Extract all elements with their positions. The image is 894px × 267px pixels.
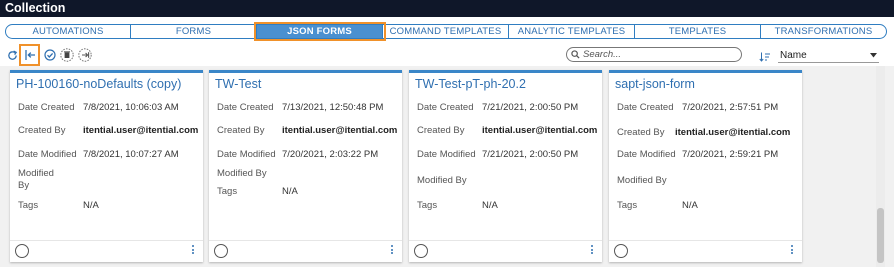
tags-label: Tags xyxy=(217,186,238,197)
created-by-label: Created By xyxy=(18,125,66,136)
tags-label: Tags xyxy=(18,200,39,211)
date-created-label: Date Created xyxy=(417,102,474,113)
modified-by-label: Modified By xyxy=(617,175,667,186)
tab-forms[interactable]: FORMS xyxy=(131,25,257,38)
more-options-icon[interactable] xyxy=(791,245,793,254)
chevron-down-icon xyxy=(870,52,877,57)
date-created-value: 7/13/2021, 12:50:48 PM xyxy=(282,102,384,113)
sort-select[interactable]: Name xyxy=(778,48,879,63)
tab-json-forms[interactable]: JSON FORMS xyxy=(254,22,386,41)
tags-value: N/A xyxy=(282,186,298,197)
tags-value: N/A xyxy=(83,200,99,211)
check-circle-icon xyxy=(43,48,56,61)
tab-label: TRANSFORMATIONS xyxy=(774,26,873,37)
date-modified-value: 7/8/2021, 10:07:27 AM xyxy=(83,149,179,160)
created-by-value: itential.user@itential.com xyxy=(675,127,791,138)
created-by-label: Created By xyxy=(417,125,465,136)
title-bar: Collection xyxy=(0,0,894,17)
collection-tabs: AUTOMATIONS FORMS JSON FORMS COMMAND TEM… xyxy=(5,22,887,41)
tags-value: N/A xyxy=(482,200,498,211)
export-icon xyxy=(77,47,92,62)
json-form-card[interactable]: TW-Test Date Created 7/13/2021, 12:50:48… xyxy=(209,70,402,262)
created-by-value: itential.user@itential.com xyxy=(83,125,199,136)
select-radio[interactable] xyxy=(15,244,29,258)
tab-label: JSON FORMS xyxy=(287,26,352,37)
tab-analytic-templates[interactable]: ANALYTIC TEMPLATES xyxy=(509,25,635,38)
tab-command-templates[interactable]: COMMAND TEMPLATES xyxy=(383,25,509,38)
card-footer xyxy=(609,240,802,262)
date-modified-value: 7/21/2021, 2:00:50 PM xyxy=(482,149,579,160)
tags-value: N/A xyxy=(682,200,698,211)
tags-label: Tags xyxy=(417,200,438,211)
refresh-icon xyxy=(7,50,17,60)
tab-label: FORMS xyxy=(175,26,212,37)
more-options-icon[interactable] xyxy=(192,245,194,254)
by-label: By xyxy=(18,180,30,191)
date-created-value: 7/8/2021, 10:06:03 AM xyxy=(83,102,179,113)
date-created-label: Date Created xyxy=(617,102,674,113)
search-icon xyxy=(571,50,580,59)
modified-by-label: Modified By xyxy=(417,175,467,186)
card-title[interactable]: TW-Test-pT-ph-20.2 xyxy=(415,77,526,91)
export-button[interactable] xyxy=(77,47,92,62)
card-footer xyxy=(409,240,602,262)
json-form-card[interactable]: TW-Test-pT-ph-20.2 Date Created 7/21/202… xyxy=(409,70,602,262)
tab-automations[interactable]: AUTOMATIONS xyxy=(6,25,131,38)
tab-label: COMMAND TEMPLATES xyxy=(389,26,502,37)
tab-label: TEMPLATES xyxy=(668,26,727,37)
card-title[interactable]: PH-100160-noDefaults (copy) xyxy=(16,77,181,91)
window-title: Collection xyxy=(5,1,66,15)
import-button[interactable] xyxy=(19,44,40,66)
search-box xyxy=(566,47,742,62)
more-options-icon[interactable] xyxy=(391,245,393,254)
json-form-card[interactable]: PH-100160-noDefaults (copy) Date Created… xyxy=(10,70,203,262)
select-all-button[interactable] xyxy=(43,48,56,61)
tab-templates[interactable]: TEMPLATES xyxy=(635,25,761,38)
delete-icon xyxy=(59,47,74,62)
card-footer xyxy=(10,240,203,262)
date-created-label: Date Created xyxy=(217,102,274,113)
date-modified-value: 7/20/2021, 2:59:21 PM xyxy=(682,149,779,160)
date-modified-label: Date Modified xyxy=(18,149,77,160)
json-form-card[interactable]: sapt-json-form Date Created 7/20/2021, 2… xyxy=(609,70,802,262)
modified-by-label: Modified By xyxy=(217,168,267,179)
tab-transformations[interactable]: TRANSFORMATIONS xyxy=(761,25,886,38)
sort-direction-button[interactable] xyxy=(759,49,771,67)
scrollbar-thumb[interactable] xyxy=(877,208,884,263)
sort-select-value: Name xyxy=(780,49,807,61)
card-title[interactable]: sapt-json-form xyxy=(615,77,695,91)
import-icon xyxy=(24,50,35,60)
sort-direction-icon xyxy=(759,52,770,62)
tags-label: Tags xyxy=(617,200,638,211)
created-by-value: itential.user@itential.com xyxy=(482,125,598,136)
created-by-label: Created By xyxy=(217,125,265,136)
tab-label: ANALYTIC TEMPLATES xyxy=(517,26,626,37)
tab-label: AUTOMATIONS xyxy=(32,26,104,37)
date-modified-value: 7/20/2021, 2:03:22 PM xyxy=(282,149,379,160)
date-modified-label: Date Modified xyxy=(417,149,476,160)
card-footer xyxy=(209,240,402,262)
more-options-icon[interactable] xyxy=(591,245,593,254)
search-input[interactable] xyxy=(583,49,733,60)
refresh-button[interactable] xyxy=(6,49,18,61)
created-by-label: Created By xyxy=(617,127,665,138)
select-radio[interactable] xyxy=(614,244,628,258)
modified-label: Modified xyxy=(18,168,54,179)
date-created-label: Date Created xyxy=(18,102,75,113)
toolbar: Name xyxy=(0,44,894,66)
select-radio[interactable] xyxy=(414,244,428,258)
date-created-value: 7/21/2021, 2:00:50 PM xyxy=(482,102,579,113)
date-created-value: 7/20/2021, 2:57:51 PM xyxy=(682,102,779,113)
date-modified-label: Date Modified xyxy=(217,149,276,160)
created-by-value: itential.user@itential.com xyxy=(282,125,398,136)
card-title[interactable]: TW-Test xyxy=(215,77,261,91)
select-radio[interactable] xyxy=(214,244,228,258)
delete-button[interactable] xyxy=(59,47,74,62)
date-modified-label: Date Modified xyxy=(617,149,676,160)
